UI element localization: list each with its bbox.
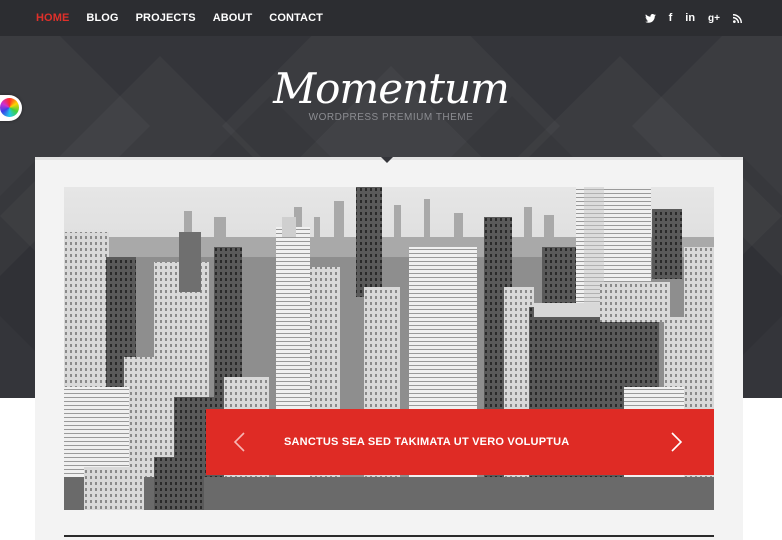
nav-item-home[interactable]: HOME xyxy=(36,12,69,24)
nav-item-projects[interactable]: PROJECTS xyxy=(136,12,196,24)
linkedin-icon[interactable]: in xyxy=(685,12,695,24)
top-bar: HOME BLOG PROJECTS ABOUT CONTACT f in g+ xyxy=(0,0,782,36)
main-nav: HOME BLOG PROJECTS ABOUT CONTACT xyxy=(36,0,340,36)
nav-item-about[interactable]: ABOUT xyxy=(213,12,253,24)
header-notch xyxy=(381,157,393,163)
slider-caption-text: SANCTUS SEA SED TAKIMATA UT VERO VOLUPTU… xyxy=(284,436,570,448)
google-plus-icon[interactable]: g+ xyxy=(708,13,720,24)
nav-item-blog[interactable]: BLOG xyxy=(86,12,118,24)
chevron-left-icon xyxy=(233,432,245,452)
color-wheel-icon xyxy=(0,98,19,117)
slider-prev-button[interactable] xyxy=(230,431,250,453)
slider-caption[interactable]: SANCTUS SEA SED TAKIMATA UT VERO VOLUPTU… xyxy=(206,409,714,475)
site-logo[interactable]: Momentum xyxy=(0,64,782,113)
social-links: f in g+ xyxy=(632,0,742,36)
nav-item-contact[interactable]: CONTACT xyxy=(269,12,323,24)
site-tagline: WORDPRESS PREMIUM THEME xyxy=(308,112,474,123)
chevron-right-icon xyxy=(671,432,683,452)
rss-icon[interactable] xyxy=(733,13,742,23)
twitter-icon[interactable] xyxy=(644,13,656,23)
section-divider xyxy=(64,535,714,537)
slider-next-button[interactable] xyxy=(666,431,686,453)
facebook-icon[interactable]: f xyxy=(669,12,673,24)
